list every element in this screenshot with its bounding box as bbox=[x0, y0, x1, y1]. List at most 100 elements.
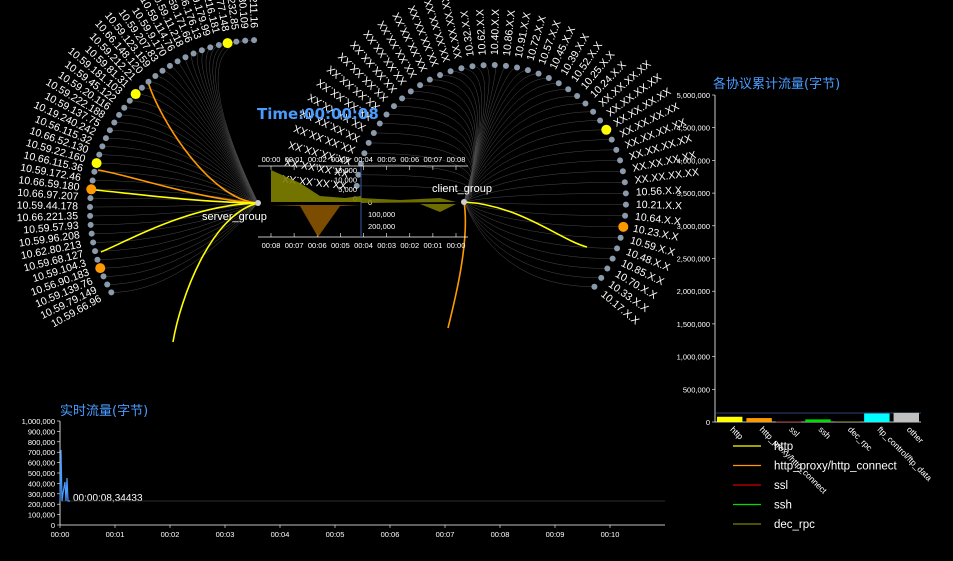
bar-category-label: http bbox=[728, 424, 745, 441]
client-link bbox=[463, 201, 595, 288]
server-node bbox=[111, 119, 118, 126]
server-node bbox=[242, 37, 249, 44]
client-node bbox=[480, 62, 487, 69]
client-link bbox=[463, 201, 621, 238]
server-link bbox=[201, 47, 259, 204]
active-flow bbox=[463, 201, 588, 248]
client-ip-label: 10.21.X.X bbox=[636, 199, 683, 213]
mini-top-tick-label: 00:04 bbox=[354, 155, 373, 164]
mini-bottom-tick-label: 00:06 bbox=[308, 241, 327, 250]
bar-category-label: dec_rpc bbox=[846, 424, 875, 453]
client-node bbox=[604, 265, 611, 272]
realtime-x-label: 00:10 bbox=[601, 530, 620, 539]
mini-area-bottom bbox=[271, 205, 361, 237]
realtime-y-label: 400,000 bbox=[28, 479, 55, 488]
mini-area-right bbox=[361, 198, 456, 203]
mini-traffic-chart: 00:00 00:01 00:02 00:03 00:04 00:05 00:06 00:07… bbox=[258, 155, 468, 250]
client-node bbox=[622, 212, 629, 219]
bar-y-label: 1,500,000 bbox=[677, 320, 710, 329]
realtime-x-label: 00:07 bbox=[436, 530, 455, 539]
legend-label: dec_rpc bbox=[774, 519, 815, 531]
mini-bottom-tick-label: 00:01 bbox=[423, 241, 442, 250]
server-node bbox=[99, 143, 106, 150]
server-node bbox=[121, 104, 128, 111]
legend-label: http_proxy/http_connect bbox=[774, 461, 898, 473]
client-node bbox=[365, 139, 372, 146]
server-node bbox=[89, 177, 96, 184]
bar-http_proxy bbox=[746, 418, 772, 422]
bar-y-label: 3,500,000 bbox=[677, 189, 710, 198]
realtime-x-label: 00:01 bbox=[106, 530, 125, 539]
realtime-x-label: 00:06 bbox=[381, 530, 400, 539]
server-node bbox=[126, 97, 133, 104]
bar-y-label: 2,000,000 bbox=[677, 287, 710, 296]
bar-category-label: ssl bbox=[787, 424, 801, 438]
realtime-x-label: 00:04 bbox=[271, 530, 290, 539]
server-node-active bbox=[86, 184, 97, 195]
client-node bbox=[545, 75, 552, 82]
client-node bbox=[609, 255, 616, 262]
server-node-active bbox=[91, 158, 102, 169]
server-group-label: server_group bbox=[202, 211, 267, 223]
bar-y-label: 4,500,000 bbox=[677, 124, 710, 133]
server-node bbox=[87, 221, 94, 228]
legend-label: ssh bbox=[774, 500, 792, 512]
server-node bbox=[251, 37, 258, 44]
server-link bbox=[96, 162, 259, 204]
realtime-title: 实时流量(字节) bbox=[60, 404, 148, 419]
client-node bbox=[383, 111, 390, 118]
bar-category-label: ftp_control/ftp_data bbox=[875, 424, 934, 483]
client-ip-label: 10.62.X.X bbox=[474, 9, 489, 56]
client-node-active bbox=[601, 124, 612, 135]
client-node bbox=[390, 103, 397, 110]
server-node bbox=[90, 239, 97, 246]
server-node bbox=[198, 47, 205, 54]
client-node bbox=[614, 245, 621, 252]
realtime-y-label: 1,000,000 bbox=[22, 417, 55, 426]
bar-y-label: 5,000,000 bbox=[677, 91, 710, 100]
bar-category-label: ssh bbox=[817, 424, 834, 441]
bar-y-label: 1,000,000 bbox=[677, 353, 710, 362]
client-node bbox=[617, 234, 624, 241]
mini-top-y-label: 5,000 bbox=[338, 185, 357, 194]
realtime-x-label: 00:02 bbox=[161, 530, 180, 539]
server-node bbox=[138, 84, 145, 91]
realtime-y-label: 500,000 bbox=[28, 469, 55, 478]
bar-y-label: 500,000 bbox=[683, 385, 710, 394]
bar-y-label: 2,500,000 bbox=[677, 255, 710, 264]
client-node bbox=[622, 201, 629, 208]
client-node bbox=[590, 108, 597, 115]
client-node bbox=[407, 88, 414, 95]
server-link bbox=[124, 107, 259, 204]
client-node bbox=[437, 71, 444, 78]
client-group-label: client_group bbox=[432, 183, 492, 195]
active-flow bbox=[447, 201, 467, 329]
mini-bottom-tick-label: 00:00 bbox=[447, 241, 466, 250]
server-node-active bbox=[130, 89, 141, 100]
server-node bbox=[233, 38, 240, 45]
client-node bbox=[621, 179, 628, 186]
mini-bottom-tick-label: 00:05 bbox=[331, 241, 350, 250]
client-node bbox=[426, 76, 433, 83]
bar-dec_rpc bbox=[834, 421, 861, 422]
mini-bottom-y-label: 200,000 bbox=[368, 222, 395, 231]
client-node bbox=[582, 100, 589, 107]
server-link bbox=[217, 39, 259, 204]
realtime-y-label: 300,000 bbox=[28, 490, 55, 499]
mini-top-tick-label: 00:05 bbox=[377, 155, 396, 164]
server-node bbox=[159, 67, 166, 74]
server-node bbox=[88, 230, 95, 237]
server-node bbox=[94, 256, 101, 263]
server-node bbox=[87, 204, 94, 211]
client-ip-label: 10.40.X.X bbox=[489, 9, 502, 55]
mini-bottom-tick-label: 00:07 bbox=[285, 241, 304, 250]
server-node bbox=[152, 73, 159, 80]
realtime-chart: 实时流量(字节) 00:00:08,34433 0100,000 200,0003… bbox=[22, 404, 665, 539]
mini-top-tick-label: 00:00 bbox=[262, 155, 281, 164]
realtime-y-label: 900,000 bbox=[28, 427, 55, 436]
realtime-x-label: 00:09 bbox=[546, 530, 565, 539]
bar-y-label: 0 bbox=[706, 418, 710, 427]
server-node bbox=[108, 289, 115, 296]
time-label: Time:00:00:08 bbox=[257, 105, 379, 123]
mini-bottom-tick-label: 00:04 bbox=[354, 241, 373, 250]
